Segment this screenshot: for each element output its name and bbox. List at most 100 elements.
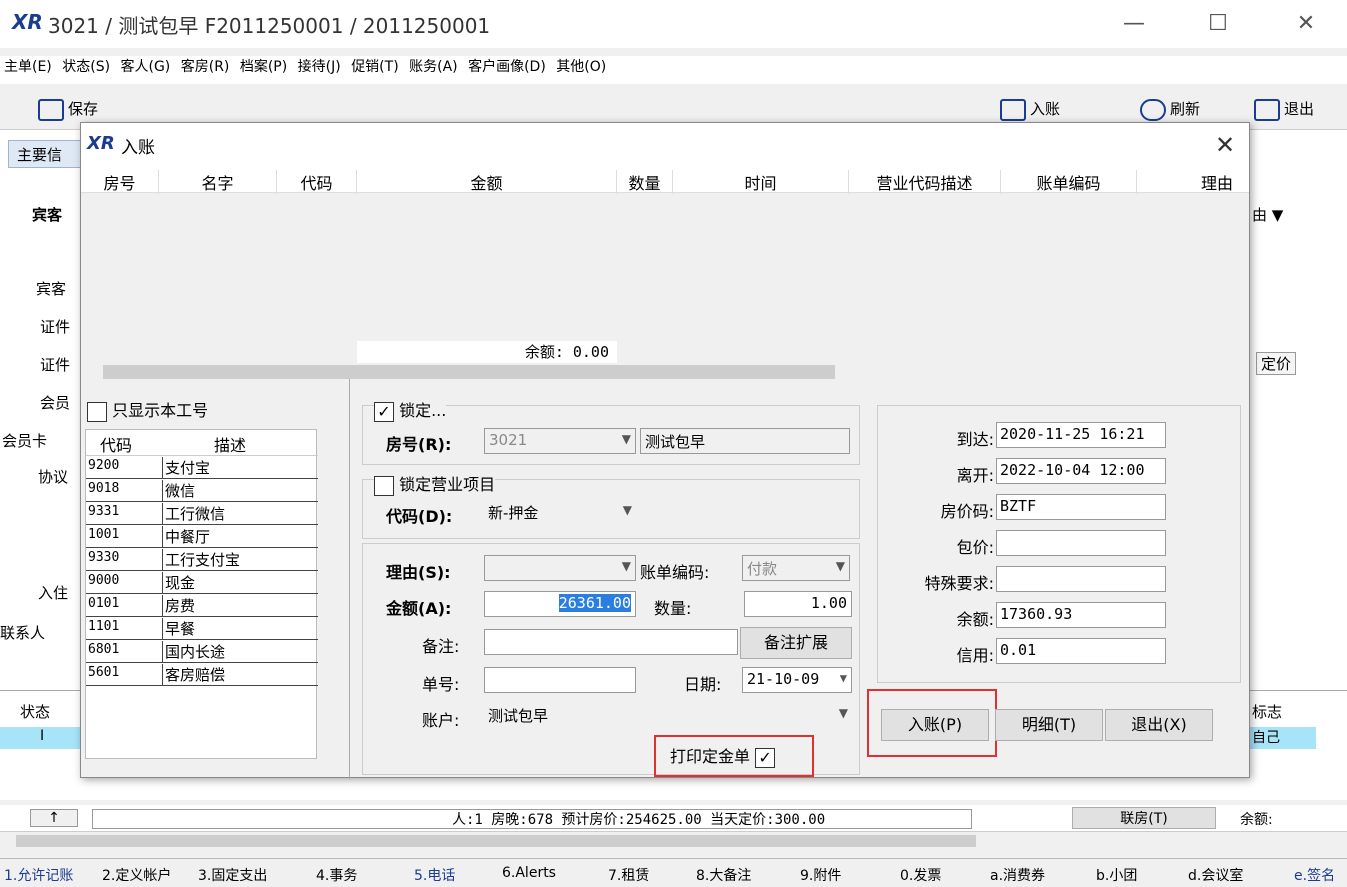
- code-table-row[interactable]: 6801 国内长途: [86, 641, 318, 663]
- show-own-only-checkbox[interactable]: 只显示本工号: [87, 397, 208, 422]
- close-window-button[interactable]: ✕: [1284, 6, 1328, 42]
- code-table-row[interactable]: 5601 客房赔偿: [86, 664, 318, 686]
- col-business-code-desc[interactable]: 营业代码描述: [849, 170, 1001, 194]
- tab-vouchers[interactable]: a.消费券: [990, 865, 1045, 885]
- bill-code-select[interactable]: 付款 ▼: [742, 555, 850, 581]
- tab-signature[interactable]: e.签名: [1294, 865, 1335, 885]
- main-horizontal-scrollbar[interactable]: [0, 831, 1347, 849]
- menu-item-guest[interactable]: 客人(G): [121, 56, 171, 76]
- menu-item-reception[interactable]: 接待(J): [298, 56, 341, 76]
- code-table-scrollbar[interactable]: [81, 759, 349, 777]
- date-picker[interactable]: 21-10-09 ▼: [742, 667, 852, 693]
- menu-item-status[interactable]: 状态(S): [62, 56, 110, 76]
- tab-fixed-charges[interactable]: 3.固定支出: [198, 865, 267, 885]
- desc-cell: 中餐厅: [162, 526, 210, 548]
- dialog-close-button[interactable]: ✕: [1205, 127, 1245, 163]
- col-code[interactable]: 代码: [277, 170, 357, 194]
- toolbar-refresh-button[interactable]: 刷新: [1140, 98, 1200, 121]
- bg-label-member-card: 会员卡: [2, 432, 48, 450]
- tab-main-info[interactable]: 主要信: [8, 140, 88, 168]
- lock-item-check-box[interactable]: [374, 475, 394, 496]
- bottom-tab-bar: 1.允许记账 2.定义帐户 3.固定支出 4.事务 5.电话 6.Alerts …: [0, 858, 1347, 887]
- col-amount[interactable]: 金额: [357, 170, 617, 194]
- menu-item-profile[interactable]: 档案(P): [240, 56, 287, 76]
- bg-reason-dropdown[interactable]: 由 ▼: [1252, 204, 1283, 225]
- note-extend-button[interactable]: 备注扩展: [740, 627, 852, 659]
- tab-invoice[interactable]: 0.发票: [900, 865, 941, 885]
- tab-big-note[interactable]: 8.大备注: [696, 865, 751, 885]
- maximize-button[interactable]: ☐: [1196, 6, 1240, 42]
- code-table-row[interactable]: 1001 中餐厅: [86, 526, 318, 548]
- col-room[interactable]: 房号: [81, 170, 159, 194]
- lock-checkbox[interactable]: ✓ 锁定...: [374, 397, 447, 422]
- toolbar-save-button[interactable]: 保存: [38, 98, 98, 121]
- credit-value: 0.01: [996, 638, 1166, 664]
- tab-meeting-room[interactable]: d.会议室: [1188, 865, 1243, 885]
- menu-item-room[interactable]: 客房(R): [181, 56, 230, 76]
- menu-item-customer-portrait[interactable]: 客户画像(D): [468, 56, 546, 76]
- dialog-exit-button[interactable]: 退出(X): [1105, 709, 1213, 741]
- credit-label: 信用:: [956, 646, 994, 665]
- postings-grid-header: 房号 名字 代码 金额 数量 时间 营业代码描述 账单编码 理由: [81, 167, 1249, 194]
- menu-item-other[interactable]: 其他(O): [556, 56, 606, 76]
- note-label: 备注:: [422, 637, 460, 656]
- toolbar-post-button[interactable]: 入账: [1000, 98, 1060, 121]
- bg-grid-flag-cell: 自己: [1250, 727, 1316, 749]
- lock-item-checkbox[interactable]: 锁定营业项目: [374, 471, 496, 496]
- menu-item-promo[interactable]: 促销(T): [351, 56, 398, 76]
- tab-rental[interactable]: 7.租赁: [608, 865, 649, 885]
- code-table-row[interactable]: 0101 房费: [86, 595, 318, 617]
- amount-input[interactable]: 26361.00: [484, 591, 636, 617]
- code-table-row[interactable]: 9200 支付宝: [86, 457, 318, 479]
- code-table-row[interactable]: 1101 早餐: [86, 618, 318, 640]
- room-label: 房号(R):: [386, 435, 452, 454]
- code-col-code[interactable]: 代码: [100, 432, 132, 456]
- arrive-label: 到达:: [956, 430, 994, 449]
- tab-allow-posting[interactable]: 1.允许记账: [4, 865, 73, 885]
- checkbox-box[interactable]: [87, 401, 107, 422]
- detail-button[interactable]: 明细(T): [995, 709, 1103, 741]
- linked-room-button[interactable]: 联房(T): [1072, 807, 1216, 829]
- leave-label: 离开:: [956, 466, 994, 485]
- qty-input[interactable]: 1.00: [744, 591, 852, 617]
- tab-alerts[interactable]: 6.Alerts: [502, 865, 556, 881]
- highlight-print-box: [654, 735, 814, 777]
- code-col-desc[interactable]: 描述: [214, 432, 246, 456]
- bg-rate-button[interactable]: 定价: [1256, 352, 1297, 375]
- dropdown-arrow-icon: ▼: [835, 559, 845, 573]
- toolbar-exit-button[interactable]: 退出: [1254, 98, 1314, 121]
- tab-attachments[interactable]: 9.附件: [800, 865, 841, 885]
- reason-select[interactable]: ▼: [484, 555, 636, 581]
- tab-define-account[interactable]: 2.定义帐户: [102, 865, 171, 885]
- col-qty[interactable]: 数量: [617, 170, 673, 194]
- up-arrow-button[interactable]: ↑: [30, 809, 78, 827]
- code-select[interactable]: 新-押金 ▼: [484, 500, 636, 526]
- tab-affairs[interactable]: 4.事务: [316, 865, 357, 885]
- menu-item-main[interactable]: 主单(E): [4, 56, 52, 76]
- guest-info-panel: 到达: 2020-11-25 16:21 离开: 2022-10-04 12:0…: [877, 405, 1241, 683]
- order-input[interactable]: [484, 667, 636, 693]
- account-select[interactable]: 测试包早 ▼: [484, 703, 852, 729]
- status-row: ↑ 人:1 房晚:678 预计房价:254625.00 当天定价:300.00 …: [0, 805, 1347, 831]
- note-input[interactable]: [484, 629, 738, 655]
- menu-item-accounts[interactable]: 账务(A): [409, 56, 458, 76]
- account-label: 账户:: [422, 711, 460, 730]
- minimize-button[interactable]: —: [1112, 6, 1156, 42]
- code-table-row[interactable]: 9331 工行微信: [86, 503, 318, 525]
- bg-label-member: 会员: [40, 394, 71, 412]
- col-name[interactable]: 名字: [159, 170, 277, 194]
- col-bill-code[interactable]: 账单编码: [1001, 170, 1137, 194]
- code-table-row[interactable]: 9018 微信: [86, 480, 318, 502]
- tab-phone[interactable]: 5.电话: [414, 865, 455, 885]
- bg-grid-row-selected[interactable]: I: [0, 727, 82, 749]
- desc-cell: 微信: [162, 480, 195, 502]
- code-table-row[interactable]: 9000 现金: [86, 572, 318, 594]
- col-time[interactable]: 时间: [673, 170, 849, 194]
- dialog-titlebar: XR 入账 ✕: [81, 123, 1249, 167]
- code-table-row[interactable]: 9330 工行支付宝: [86, 549, 318, 571]
- room-select[interactable]: 3021 ▼: [484, 428, 636, 454]
- desc-cell: 客房赔偿: [162, 664, 225, 686]
- lock-check-icon[interactable]: ✓: [374, 401, 394, 422]
- col-reason[interactable]: 理由: [1137, 170, 1233, 194]
- tab-small-group[interactable]: b.小团: [1096, 865, 1137, 885]
